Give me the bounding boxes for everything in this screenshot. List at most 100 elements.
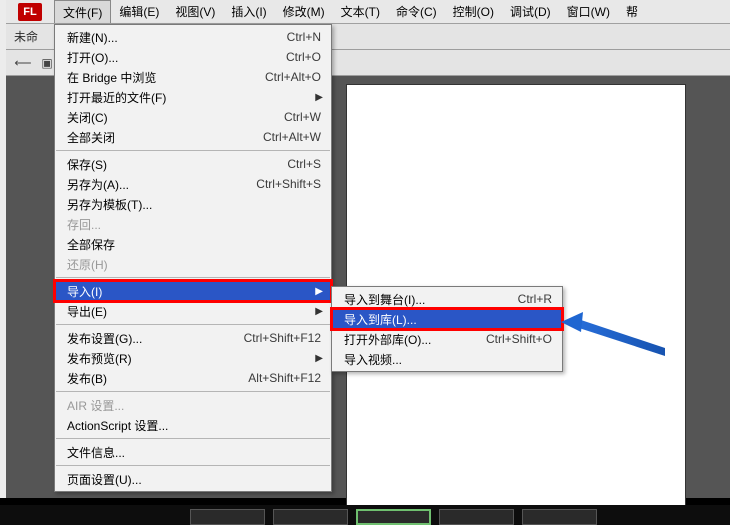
submenu-arrow-icon: ▶ xyxy=(315,92,323,103)
logo-icon: FL xyxy=(18,3,42,21)
menu-control[interactable]: 控制(O) xyxy=(445,0,502,23)
thumbnail-active[interactable] xyxy=(356,509,431,525)
menu-separator xyxy=(56,438,330,439)
mi-import-video-label: 导入视频... xyxy=(344,351,402,368)
mi-import-to-stage[interactable]: 导入到舞台(I)... Ctrl+R xyxy=(332,289,562,309)
menu-file[interactable]: 文件(F) xyxy=(54,0,111,23)
mi-export[interactable]: 导出(E)▶ xyxy=(55,301,331,321)
mi-import-label: 导入(I) xyxy=(67,283,102,300)
menu-insert[interactable]: 插入(I) xyxy=(223,0,274,23)
file-menu-dropdown: 新建(N)... Ctrl+N 打开(O)... Ctrl+O 在 Bridge 中… xyxy=(54,24,332,492)
mi-open[interactable]: 打开(O)... Ctrl+O xyxy=(55,47,331,67)
menu-separator xyxy=(56,150,330,151)
menu-separator xyxy=(56,277,330,278)
thumbnail[interactable] xyxy=(439,509,514,525)
back-icon[interactable]: ⟵ xyxy=(14,54,32,72)
mi-save[interactable]: 保存(S) Ctrl+S xyxy=(55,154,331,174)
menu-window[interactable]: 窗口(W) xyxy=(559,0,618,23)
thumbnail-strip xyxy=(0,505,730,525)
menu-separator xyxy=(56,465,330,466)
menu-file-label: 文件(F) xyxy=(63,4,102,21)
menu-debug[interactable]: 调试(D) xyxy=(502,0,559,23)
menu-edit-label: 编辑(E) xyxy=(119,3,159,20)
mi-import-to-library-label: 导入到库(L)... xyxy=(344,311,417,328)
mi-open-label: 打开(O)... xyxy=(67,49,118,66)
mi-publish-preview-label: 发布预览(R) xyxy=(67,350,132,367)
menu-debug-label: 调试(D) xyxy=(510,3,551,20)
mi-page-setup-label: 页面设置(U)... xyxy=(67,471,142,488)
mi-save-all[interactable]: 全部保存 xyxy=(55,234,331,254)
mi-publish-settings-shortcut: Ctrl+Shift+F12 xyxy=(244,331,321,345)
mi-file-info-label: 文件信息... xyxy=(67,444,125,461)
mi-publish-preview[interactable]: 发布预览(R) ▶ xyxy=(55,348,331,368)
mi-publish-label: 发布(B) xyxy=(67,370,107,387)
menu-commands[interactable]: 命令(C) xyxy=(388,0,445,23)
mi-close[interactable]: 关闭(C) Ctrl+W xyxy=(55,107,331,127)
menu-text-label: 文本(T) xyxy=(341,3,380,20)
mi-publish-shortcut: Alt+Shift+F12 xyxy=(248,371,321,385)
mi-close-shortcut: Ctrl+W xyxy=(284,110,321,124)
mi-close-all-label: 全部关闭 xyxy=(67,129,115,146)
menu-modify[interactable]: 修改(M) xyxy=(275,0,333,23)
mi-save-as-template-label: 另存为模板(T)... xyxy=(67,196,152,213)
menu-commands-label: 命令(C) xyxy=(396,3,437,20)
mi-export-label: 导出(E) xyxy=(67,303,107,320)
mi-import-to-stage-shortcut: Ctrl+R xyxy=(518,292,552,306)
mi-revert-label: 还原(H) xyxy=(67,256,108,273)
mi-file-info[interactable]: 文件信息... xyxy=(55,442,331,462)
menu-help[interactable]: 帮 xyxy=(618,0,646,23)
mi-open-external-library-label: 打开外部库(O)... xyxy=(344,331,431,348)
mi-publish-settings-label: 发布设置(G)... xyxy=(67,330,142,347)
mi-save-as-label: 另存为(A)... xyxy=(67,176,129,193)
mi-open-recent-label: 打开最近的文件(F) xyxy=(67,89,166,106)
mi-save-as-shortcut: Ctrl+Shift+S xyxy=(256,177,321,191)
mi-checkin: 存回... xyxy=(55,214,331,234)
mi-import[interactable]: 导入(I) ▶ xyxy=(55,281,331,301)
thumbnail[interactable] xyxy=(273,509,348,525)
mi-publish-settings[interactable]: 发布设置(G)... Ctrl+Shift+F12 xyxy=(55,328,331,348)
mi-browse-bridge[interactable]: 在 Bridge 中浏览Ctrl+Alt+O xyxy=(55,67,331,87)
submenu-arrow-icon: ▶ xyxy=(315,353,323,364)
mi-page-setup[interactable]: 页面设置(U)... xyxy=(55,469,331,489)
mi-new-label: 新建(N)... xyxy=(67,29,118,46)
mi-import-to-library[interactable]: 导入到库(L)... xyxy=(332,309,562,329)
menu-separator xyxy=(56,391,330,392)
thumbnail[interactable] xyxy=(190,509,265,525)
mi-open-shortcut: Ctrl+O xyxy=(286,50,321,64)
mi-browse-bridge-shortcut: Ctrl+Alt+O xyxy=(265,70,321,84)
mi-save-all-label: 全部保存 xyxy=(67,236,115,253)
menu-modify-label: 修改(M) xyxy=(283,3,325,20)
mi-close-all[interactable]: 全部关闭 Ctrl+Alt+W xyxy=(55,127,331,147)
mi-revert: 还原(H) xyxy=(55,254,331,274)
menu-view[interactable]: 视图(V) xyxy=(167,0,223,23)
document-title: 未命 xyxy=(14,28,38,45)
mi-open-external-library[interactable]: 打开外部库(O)... Ctrl+Shift+O xyxy=(332,329,562,349)
mi-save-as[interactable]: 另存为(A)... Ctrl+Shift+S xyxy=(55,174,331,194)
mi-publish[interactable]: 发布(B) Alt+Shift+F12 xyxy=(55,368,331,388)
menu-separator xyxy=(56,324,330,325)
mi-new[interactable]: 新建(N)... Ctrl+N xyxy=(55,27,331,47)
mi-new-shortcut: Ctrl+N xyxy=(287,30,321,44)
mi-save-label: 保存(S) xyxy=(67,156,107,173)
menu-edit[interactable]: 编辑(E) xyxy=(111,0,167,23)
thumbnail[interactable] xyxy=(522,509,597,525)
mi-save-as-template[interactable]: 另存为模板(T)... xyxy=(55,194,331,214)
menu-view-label: 视图(V) xyxy=(175,3,215,20)
mi-import-to-stage-label: 导入到舞台(I)... xyxy=(344,291,425,308)
mi-checkin-label: 存回... xyxy=(67,216,101,233)
mi-open-external-library-shortcut: Ctrl+Shift+O xyxy=(486,332,552,346)
mi-save-shortcut: Ctrl+S xyxy=(287,157,321,171)
mi-close-all-shortcut: Ctrl+Alt+W xyxy=(263,130,321,144)
menu-control-label: 控制(O) xyxy=(453,3,494,20)
app-logo: FL xyxy=(6,0,54,23)
menu-window-label: 窗口(W) xyxy=(567,3,610,20)
mi-as-settings-label: ActionScript 设置... xyxy=(67,417,168,434)
mi-as-settings[interactable]: ActionScript 设置... xyxy=(55,415,331,435)
mi-import-video[interactable]: 导入视频... xyxy=(332,349,562,369)
submenu-arrow-icon: ▶ xyxy=(315,286,323,297)
import-submenu: 导入到舞台(I)... Ctrl+R 导入到库(L)... 打开外部库(O)...… xyxy=(331,286,563,372)
mi-open-recent[interactable]: 打开最近的文件(F) ▶ xyxy=(55,87,331,107)
mi-air-settings-label: AIR 设置... xyxy=(67,397,124,414)
mi-close-label: 关闭(C) xyxy=(67,109,108,126)
menu-text[interactable]: 文本(T) xyxy=(333,0,388,23)
